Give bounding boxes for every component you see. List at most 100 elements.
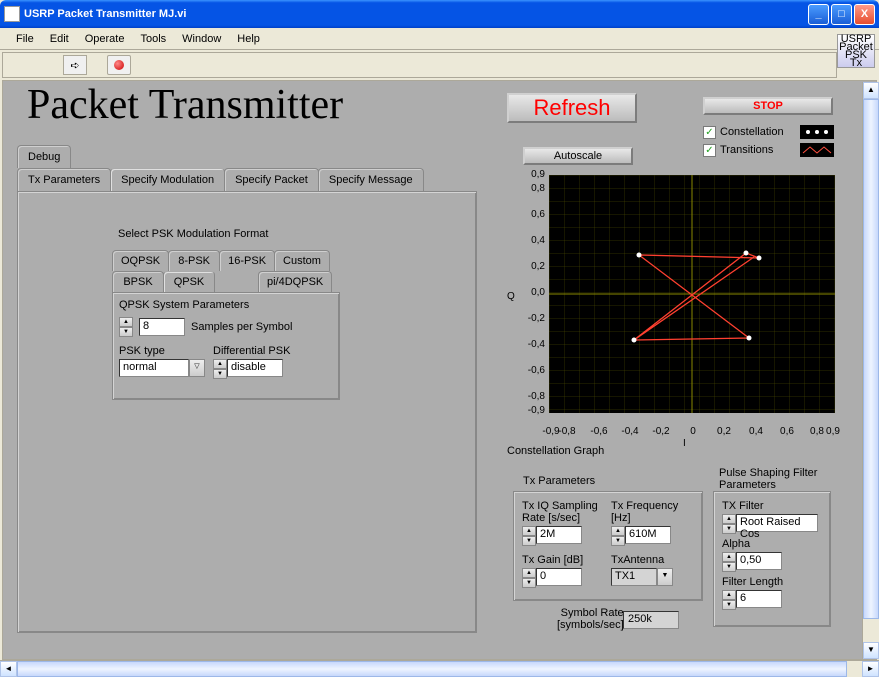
- pulse-shaping-group: TX Filter ▲▼Root Raised Cos Alpha ▲▼0,50…: [713, 491, 831, 627]
- record-icon: [114, 60, 124, 70]
- iq-rate-spinner[interactable]: ▲▼: [522, 526, 536, 546]
- ytick: -0,9: [513, 405, 545, 416]
- scroll-left-icon[interactable]: ◄: [0, 661, 17, 677]
- constellation-graph: 0,9 0,8 0,6 0,4 0,2 0,0 -0,2 -0,4 -0,6 -…: [507, 171, 843, 447]
- diff-psk-spinner[interactable]: ▲▼: [213, 359, 227, 379]
- xtick: -0,4: [618, 426, 642, 437]
- run-button[interactable]: ➪: [63, 55, 87, 75]
- main-tab-control: Debug Tx Parameters Specify Modulation S…: [17, 145, 477, 633]
- transitions-swatch-icon: [800, 143, 834, 157]
- filter-length-spinner[interactable]: ▲▼: [722, 590, 736, 610]
- alpha-input[interactable]: 0,50: [736, 552, 782, 570]
- tx-antenna-select[interactable]: TX1: [611, 568, 657, 586]
- modulation-label: Select PSK Modulation Format: [118, 228, 268, 240]
- legend-transitions-label: Transitions: [720, 144, 796, 156]
- menu-window[interactable]: Window: [174, 31, 229, 47]
- window-title: USRP Packet Transmitter MJ.vi: [24, 8, 808, 20]
- mod-16psk[interactable]: 16-PSK: [219, 250, 275, 271]
- menu-tools[interactable]: Tools: [132, 31, 174, 47]
- tab-tx-parameters[interactable]: Tx Parameters: [17, 168, 111, 191]
- tx-gain-input[interactable]: 0: [536, 568, 582, 586]
- autoscale-button[interactable]: Autoscale: [523, 147, 633, 165]
- tab-debug[interactable]: Debug: [17, 145, 71, 168]
- plot-area[interactable]: [549, 175, 835, 413]
- ytick: -0,4: [513, 339, 545, 350]
- page-title: Packet Transmitter: [27, 81, 343, 129]
- tab-body: Select PSK Modulation Format OQPSK 8-PSK…: [17, 191, 477, 633]
- scroll-up-icon[interactable]: ▲: [863, 82, 879, 99]
- tab-specify-message[interactable]: Specify Message: [318, 168, 424, 191]
- vi-icon: USRPPacketPSK Tx: [837, 34, 875, 68]
- tx-parameters-group: Tx IQ Sampling Rate [s/sec] ▲▼2M Tx Freq…: [513, 491, 703, 601]
- xtick: -0,6: [587, 426, 611, 437]
- mod-oqpsk[interactable]: OQPSK: [112, 250, 169, 271]
- x-axis-label: I: [683, 438, 686, 449]
- psk-type-label: PSK type: [119, 345, 205, 357]
- ytick: -0,2: [513, 313, 545, 324]
- transitions-checkbox[interactable]: ✓: [703, 144, 716, 157]
- close-button[interactable]: X: [854, 4, 875, 25]
- psk-type-dropdown-icon[interactable]: ▽: [189, 359, 205, 377]
- horizontal-scrollbar[interactable]: ◄ ►: [0, 660, 879, 677]
- run-arrow-icon: ➪: [70, 59, 79, 72]
- maximize-button[interactable]: □: [831, 4, 852, 25]
- tab-specify-modulation[interactable]: Specify Modulation: [110, 168, 225, 191]
- alpha-spinner[interactable]: ▲▼: [722, 552, 736, 572]
- tx-filter-select[interactable]: Root Raised Cos: [736, 514, 818, 532]
- scroll-right-icon[interactable]: ►: [862, 661, 879, 677]
- xtick: -0,2: [649, 426, 673, 437]
- psk-type-select[interactable]: normal: [119, 359, 189, 377]
- diff-psk-select[interactable]: disable: [227, 359, 283, 377]
- samples-per-symbol-input[interactable]: 8: [139, 318, 185, 336]
- tx-gain-spinner[interactable]: ▲▼: [522, 568, 536, 588]
- vertical-scrollbar[interactable]: ▲ ▼: [862, 82, 879, 659]
- plot-legend: ✓ Constellation ✓ Transitions: [703, 125, 834, 157]
- tx-filter-label: TX Filter: [722, 500, 822, 512]
- mod-pi4dqpsk[interactable]: pi/4DQPSK: [258, 271, 332, 292]
- tx-antenna-dropdown-icon[interactable]: ▼: [657, 568, 673, 586]
- front-panel: Packet Transmitter Debug Tx Parameters S…: [2, 80, 877, 660]
- tx-filter-spinner[interactable]: ▲▼: [722, 514, 736, 534]
- ytick: 0,8: [513, 183, 545, 194]
- ytick: 0,0: [513, 287, 545, 298]
- mod-bpsk[interactable]: BPSK: [112, 271, 164, 292]
- tx-freq-input[interactable]: 610M: [625, 526, 671, 544]
- tx-freq-spinner[interactable]: ▲▼: [611, 526, 625, 546]
- samples-label: Samples per Symbol: [191, 321, 293, 333]
- tab-specify-packet[interactable]: Specify Packet: [224, 168, 319, 191]
- scroll-down-icon[interactable]: ▼: [863, 642, 879, 659]
- graph-title: Constellation Graph: [507, 445, 604, 457]
- constellation-swatch-icon: [800, 125, 834, 139]
- vscroll-thumb[interactable]: [863, 99, 879, 619]
- ytick: 0,4: [513, 235, 545, 246]
- refresh-button[interactable]: Refresh: [507, 93, 637, 123]
- xtick: 0,6: [775, 426, 799, 437]
- menu-file[interactable]: File: [8, 31, 42, 47]
- alpha-label: Alpha: [722, 538, 822, 550]
- ytick: 0,2: [513, 261, 545, 272]
- tx-params-title: Tx Parameters: [523, 475, 595, 487]
- toolbar: ➪: [2, 52, 837, 78]
- stop-button[interactable]: STOP: [703, 97, 833, 115]
- ytick: -0,6: [513, 365, 545, 376]
- titlebar: USRP Packet Transmitter MJ.vi _ □ X: [0, 0, 879, 28]
- qpsk-panel-title: QPSK System Parameters: [119, 299, 333, 311]
- mod-custom[interactable]: Custom: [274, 250, 330, 271]
- legend-constellation-label: Constellation: [720, 126, 796, 138]
- menu-edit[interactable]: Edit: [42, 31, 77, 47]
- symbol-rate-value: 250k: [623, 611, 679, 629]
- menu-operate[interactable]: Operate: [77, 31, 133, 47]
- hscroll-thumb[interactable]: [17, 661, 847, 677]
- menu-help[interactable]: Help: [229, 31, 268, 47]
- xtick: 0,2: [712, 426, 736, 437]
- filter-length-label: Filter Length: [722, 576, 822, 588]
- filter-length-input[interactable]: 6: [736, 590, 782, 608]
- mod-8psk[interactable]: 8-PSK: [168, 250, 220, 271]
- mod-qpsk[interactable]: QPSK: [163, 271, 215, 292]
- constellation-checkbox[interactable]: ✓: [703, 126, 716, 139]
- iq-rate-input[interactable]: 2M: [536, 526, 582, 544]
- abort-button[interactable]: [107, 55, 131, 75]
- minimize-button[interactable]: _: [808, 4, 829, 25]
- symbol-rate-label: Symbol Rate [symbols/sec]: [557, 607, 624, 631]
- samples-spinner[interactable]: ▲▼: [119, 317, 133, 337]
